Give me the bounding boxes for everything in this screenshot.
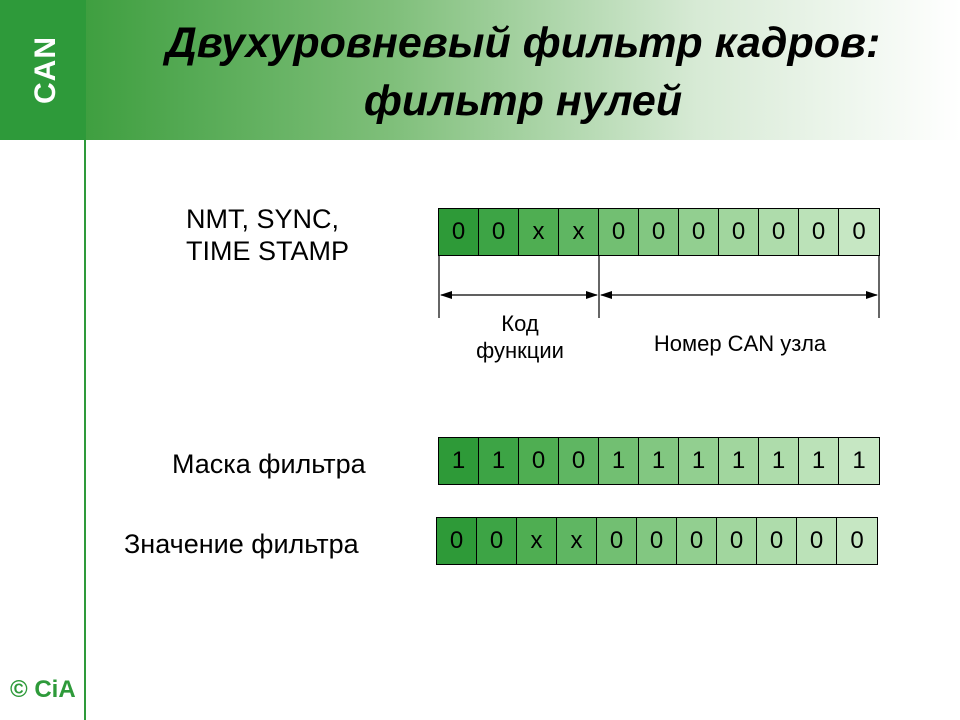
bit-cell: 0 [797,518,837,564]
value-bit-row: 00xx0000000 [436,517,878,565]
bit-cell: 1 [639,438,679,484]
mask-bit-row: 11001111111 [438,437,880,485]
arrowhead [866,291,878,299]
mask-row-label: Маска фильтра [172,449,366,479]
bit-cell: 0 [717,518,757,564]
bit-cell: 1 [439,438,479,484]
arrowhead [586,291,598,299]
bit-cell: 0 [597,518,637,564]
bit-cell: 0 [837,518,877,564]
bit-cell: 1 [719,438,759,484]
bit-cell: 1 [839,438,879,484]
bit-cell: x [557,518,597,564]
bit-cell: 0 [437,518,477,564]
bit-cell: x [517,518,557,564]
bit-cell: 0 [559,438,599,484]
bit-cell: 1 [599,438,639,484]
bit-cell: 1 [799,438,839,484]
cia-copyright: © CiA [10,676,76,703]
arrowhead [440,291,452,299]
bit-cell: 1 [479,438,519,484]
bit-cell: 1 [679,438,719,484]
node-number-label: Номер CAN узла [653,331,827,356]
bit-cell: 0 [757,518,797,564]
bit-cell: 1 [759,438,799,484]
function-code-line2: функции [476,338,564,363]
function-code-line1: Код [501,311,539,336]
bit-cell: 0 [477,518,517,564]
bit-cell: 0 [519,438,559,484]
bit-cell: 0 [637,518,677,564]
value-row-label: Значение фильтра [124,529,359,559]
bit-cell: 0 [677,518,717,564]
arrowhead [600,291,612,299]
function-code-label: Код функции [440,310,600,364]
